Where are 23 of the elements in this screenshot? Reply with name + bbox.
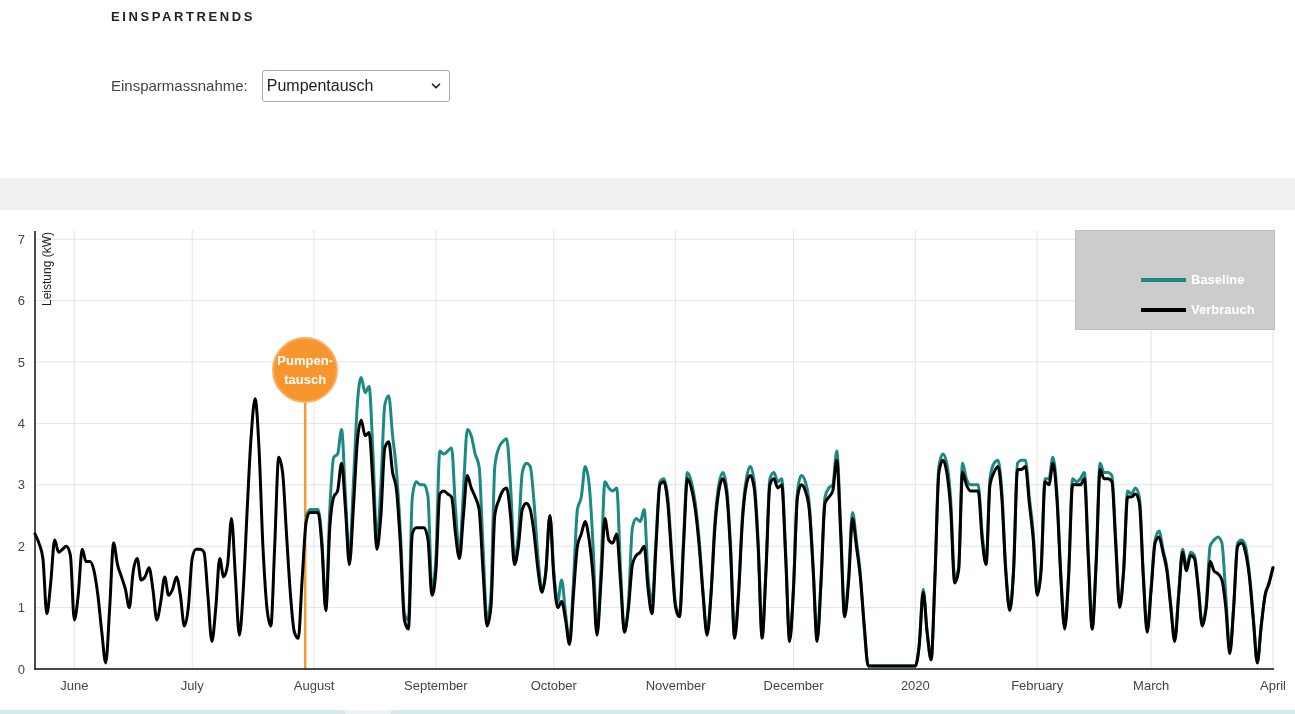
- x-tick-label: August: [293, 678, 335, 693]
- x-tick-label: November: [645, 678, 706, 693]
- y-axis-title: Leistung (kW): [40, 232, 54, 307]
- y-tick-label: 0: [17, 661, 25, 677]
- x-tick-label: February: [1011, 678, 1064, 693]
- x-tick-label: December: [763, 678, 824, 693]
- x-tick-label: 2020: [900, 678, 930, 693]
- y-tick-label: 7: [17, 231, 25, 247]
- y-tick-label: 6: [17, 293, 25, 309]
- x-tick-label: April: [1260, 678, 1286, 693]
- y-tick-label: 4: [17, 415, 25, 431]
- section-title: EINSPARTRENDS: [111, 8, 256, 26]
- annotation-bubble: Pumpen-tausch: [272, 337, 339, 403]
- x-tick-label: October: [530, 678, 577, 693]
- y-tick-label: 1: [17, 600, 25, 616]
- y-tick-label: 2: [17, 538, 25, 554]
- x-tick-label: July: [180, 678, 204, 693]
- x-tick-label: June: [60, 678, 89, 693]
- x-tick-label: September: [404, 678, 468, 693]
- x-tick-label: March: [1133, 678, 1170, 693]
- field-label: Einsparmassnahme:: [111, 75, 248, 96]
- y-tick-label: 3: [17, 477, 25, 493]
- y-tick-label: 5: [17, 354, 25, 370]
